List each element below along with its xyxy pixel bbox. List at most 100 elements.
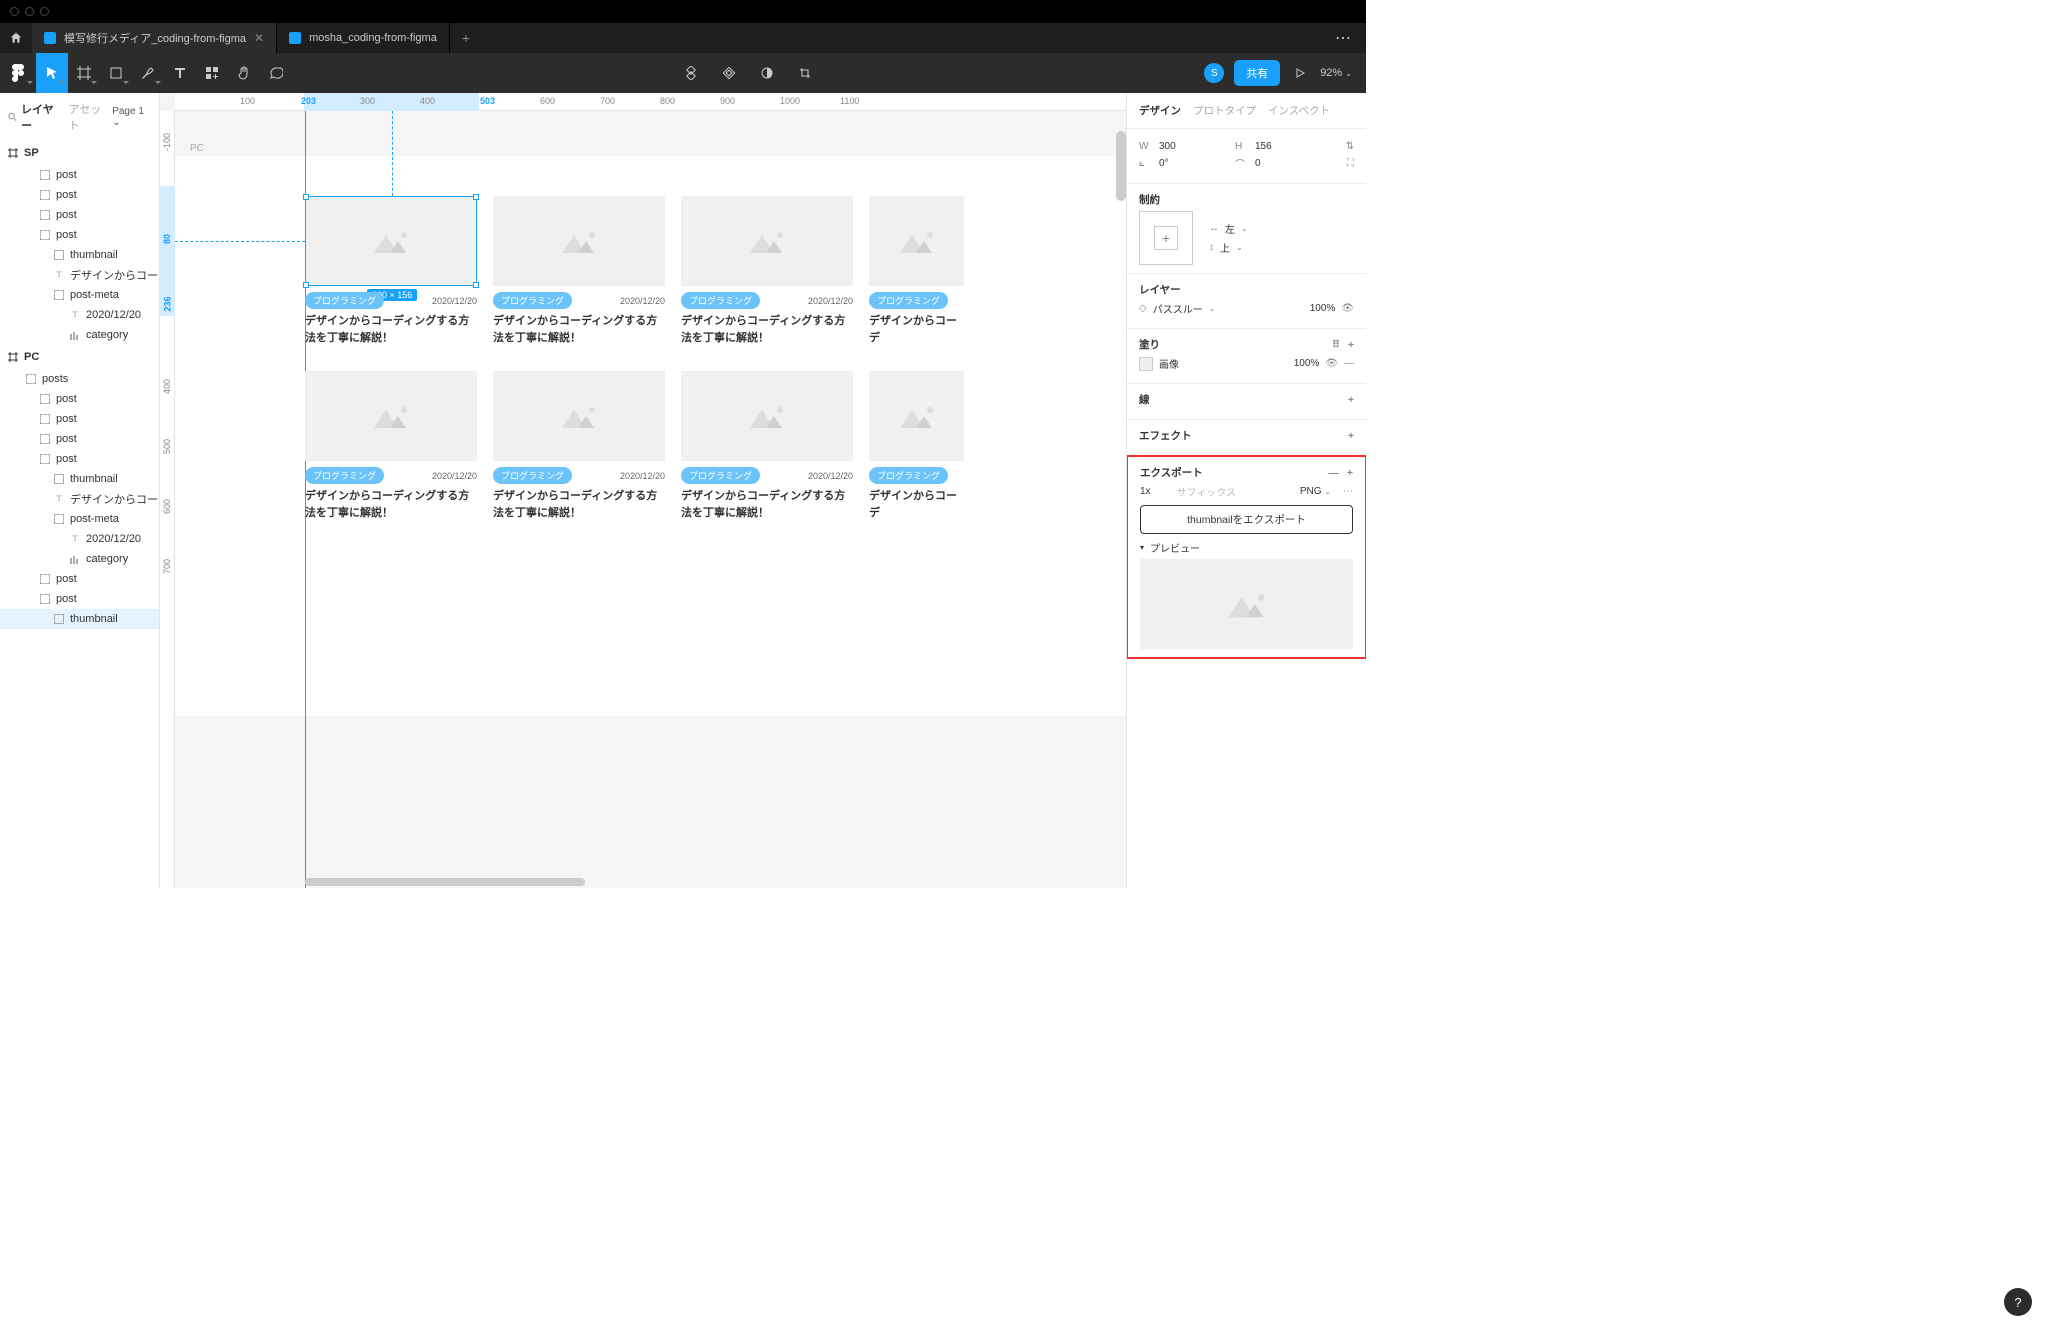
preview-label[interactable]: プレビュー <box>1150 540 1200 555</box>
card[interactable]: プログラミング2020/12/20 デザインからコーディングする方法を丁寧に解説… <box>681 196 853 346</box>
component-icon[interactable] <box>675 53 707 93</box>
card[interactable]: プログラミング デザインからコーデ <box>869 371 964 521</box>
traffic-max[interactable] <box>40 7 49 16</box>
export-scale[interactable]: 1x <box>1140 486 1151 497</box>
scrollbar-vertical[interactable] <box>1116 131 1126 201</box>
close-icon[interactable]: ✕ <box>254 31 264 45</box>
plus-icon[interactable]: + <box>1348 430 1354 442</box>
link-icon[interactable]: ⇅ <box>1346 141 1354 152</box>
help-button[interactable]: ? <box>2004 1288 2032 1316</box>
constraint-v[interactable]: 上 <box>1220 240 1230 255</box>
tab-active[interactable]: 模写修行メディア_coding-from-figma ✕ <box>32 23 277 53</box>
layer-date[interactable]: T2020/12/20 <box>0 529 159 549</box>
frame-label[interactable]: PC <box>190 143 204 154</box>
layer-post[interactable]: post <box>0 205 159 225</box>
resources-tool[interactable] <box>196 53 228 93</box>
more-icon[interactable]: ⋯ <box>1343 486 1353 497</box>
comment-tool[interactable] <box>260 53 292 93</box>
page-selector[interactable]: Page 1 ⌄ <box>112 106 151 128</box>
layer-thumbnail-selected[interactable]: thumbnail <box>0 609 159 629</box>
blend-mode[interactable]: パススルー <box>1153 301 1203 316</box>
export-format[interactable]: PNG ⌄ <box>1300 486 1331 497</box>
figma-menu-button[interactable] <box>0 53 36 93</box>
ruler-vertical[interactable]: -100 80 236 400 500 600 700 <box>160 111 175 888</box>
fill-swatch[interactable] <box>1139 357 1153 371</box>
layer-post[interactable]: post <box>0 225 159 245</box>
tab-menu-icon[interactable]: ⋯ <box>1321 28 1366 48</box>
opacity-input[interactable]: 100% <box>1310 303 1336 314</box>
canvas[interactable]: PC 300 × 156 プログラミング2020/12/20 デザインからコーデ… <box>175 111 1126 888</box>
card[interactable]: プログラミング2020/12/20 デザインからコーディングする方法を丁寧に解説… <box>681 371 853 521</box>
traffic-min[interactable] <box>25 7 34 16</box>
width-input[interactable]: 300 <box>1159 141 1209 152</box>
layers-tab[interactable]: レイヤー <box>21 101 61 133</box>
card[interactable]: プログラミング2020/12/20 デザインからコーディングする方法を丁寧に解説… <box>305 371 477 521</box>
frame-pc[interactable]: PC <box>0 345 159 369</box>
corner-icon[interactable]: ⛶ <box>1347 158 1354 169</box>
fill-opacity[interactable]: 100% <box>1294 358 1320 369</box>
fill-type[interactable]: 画像 <box>1159 356 1179 371</box>
layer-postmeta[interactable]: post-meta <box>0 509 159 529</box>
layer-date[interactable]: T2020/12/20 <box>0 305 159 325</box>
radius-input[interactable]: 0 <box>1255 158 1261 169</box>
shape-tool[interactable] <box>100 53 132 93</box>
search-icon[interactable] <box>8 112 17 122</box>
layer-postmeta[interactable]: post-meta <box>0 285 159 305</box>
assets-tab[interactable]: アセット <box>69 101 109 133</box>
layer-post[interactable]: post <box>0 165 159 185</box>
ruler-horizontal[interactable]: 100 203 300 400 503 600 700 800 900 1000… <box>175 93 1126 111</box>
layer-text[interactable]: Tデザインからコーディ... <box>0 265 159 285</box>
plus-icon[interactable]: + <box>1348 339 1354 351</box>
height-input[interactable]: 156 <box>1255 141 1272 152</box>
prototype-tab[interactable]: プロトタイプ <box>1193 103 1256 118</box>
constraint-h[interactable]: 左 <box>1225 221 1235 236</box>
hand-tool[interactable] <box>228 53 260 93</box>
pen-tool[interactable] <box>132 53 164 93</box>
new-tab-button[interactable]: + <box>450 30 482 46</box>
export-button[interactable]: thumbnailをエクスポート <box>1140 505 1353 534</box>
plus-icon[interactable]: + <box>1348 394 1354 406</box>
avatar[interactable]: S <box>1204 63 1224 83</box>
eye-icon[interactable]: 👁 <box>1341 303 1354 314</box>
layer-post[interactable]: post <box>0 185 159 205</box>
scrollbar-horizontal[interactable] <box>305 878 585 886</box>
frame-sp[interactable]: SP <box>0 141 159 165</box>
tab-inactive[interactable]: mosha_coding-from-figma <box>277 23 450 53</box>
card[interactable]: プログラミング デザインからコーデ <box>869 196 964 346</box>
share-button[interactable]: 共有 <box>1234 60 1280 86</box>
present-icon[interactable] <box>1290 53 1310 93</box>
card[interactable]: プログラミング2020/12/20 デザインからコーディングする方法を丁寧に解説… <box>305 196 477 346</box>
layer-category[interactable]: category <box>0 325 159 345</box>
mask-icon[interactable] <box>751 53 783 93</box>
layer-thumbnail[interactable]: thumbnail <box>0 469 159 489</box>
frame-tool[interactable] <box>68 53 100 93</box>
layer-text[interactable]: Tデザインからコーディ... <box>0 489 159 509</box>
text-tool[interactable] <box>164 53 196 93</box>
move-tool[interactable] <box>36 53 68 93</box>
zoom-level[interactable]: 92% ⌄ <box>1320 67 1352 79</box>
card[interactable]: プログラミング2020/12/20 デザインからコーディングする方法を丁寧に解説… <box>493 371 665 521</box>
crop-icon[interactable] <box>789 53 821 93</box>
diamond-icon[interactable] <box>713 53 745 93</box>
minus-icon[interactable]: — <box>1344 358 1354 369</box>
minus-icon[interactable]: — <box>1328 467 1339 479</box>
card[interactable]: プログラミング2020/12/20 デザインからコーディングする方法を丁寧に解説… <box>493 196 665 346</box>
export-suffix[interactable]: サフィックス <box>1177 484 1237 499</box>
layer-thumbnail[interactable]: thumbnail <box>0 245 159 265</box>
traffic-close[interactable] <box>10 7 19 16</box>
style-icon[interactable]: ⠿ <box>1332 339 1340 351</box>
rotation-input[interactable]: 0° <box>1159 158 1209 169</box>
layer-post[interactable]: post <box>0 449 159 469</box>
eye-icon[interactable]: 👁 <box>1325 358 1338 369</box>
layer-post[interactable]: post <box>0 589 159 609</box>
layer-post[interactable]: post <box>0 409 159 429</box>
layer-posts[interactable]: posts <box>0 369 159 389</box>
design-tab[interactable]: デザイン <box>1139 103 1181 118</box>
layer-post[interactable]: post <box>0 429 159 449</box>
layer-post[interactable]: post <box>0 569 159 589</box>
layer-category[interactable]: category <box>0 549 159 569</box>
home-button[interactable] <box>0 23 32 53</box>
plus-icon[interactable]: + <box>1347 467 1353 479</box>
inspect-tab[interactable]: インスペクト <box>1268 103 1330 118</box>
constraint-widget[interactable]: + <box>1139 211 1193 265</box>
